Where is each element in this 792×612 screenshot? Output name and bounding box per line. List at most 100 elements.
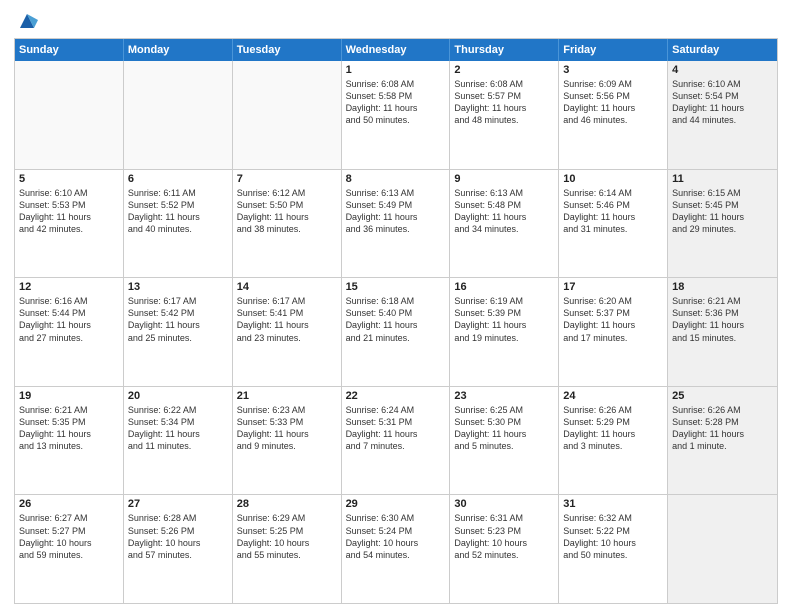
day-header-thursday: Thursday <box>450 39 559 61</box>
day-cell-14: 14 Sunrise: 6:17 AMSunset: 5:41 PMDayligh… <box>233 278 342 386</box>
day-details: Sunrise: 6:21 AMSunset: 5:36 PMDaylight:… <box>672 295 773 344</box>
day-cell-9: 9 Sunrise: 6:13 AMSunset: 5:48 PMDaylight… <box>450 170 559 278</box>
day-cell-2: 2Sunrise: 6:08 AMSunset: 5:57 PMDaylight… <box>450 61 559 169</box>
day-cell-30: 30 Sunrise: 6:31 AMSunset: 5:23 PMDayligh… <box>450 495 559 603</box>
day-number: 12 <box>19 281 119 293</box>
day-header-friday: Friday <box>559 39 668 61</box>
day-number: 19 <box>19 390 119 402</box>
day-cell-8: 8 Sunrise: 6:13 AMSunset: 5:49 PMDaylight… <box>342 170 451 278</box>
day-number: 1 <box>346 64 446 76</box>
day-cell-28: 28 Sunrise: 6:29 AMSunset: 5:25 PMDayligh… <box>233 495 342 603</box>
day-number: 25 <box>672 390 773 402</box>
day-cell-29: 29 Sunrise: 6:30 AMSunset: 5:24 PMDayligh… <box>342 495 451 603</box>
day-cell-19: 19 Sunrise: 6:21 AMSunset: 5:35 PMDayligh… <box>15 387 124 495</box>
day-number: 5 <box>19 173 119 185</box>
day-details: Sunrise: 6:17 AMSunset: 5:41 PMDaylight:… <box>237 295 337 344</box>
day-cell-18: 18 Sunrise: 6:21 AMSunset: 5:36 PMDayligh… <box>668 278 777 386</box>
day-cell-empty-4-6 <box>668 495 777 603</box>
day-number: 7 <box>237 173 337 185</box>
day-cell-21: 21 Sunrise: 6:23 AMSunset: 5:33 PMDayligh… <box>233 387 342 495</box>
logo <box>14 10 38 32</box>
day-cell-empty-0-2 <box>233 61 342 169</box>
day-cell-16: 16 Sunrise: 6:19 AMSunset: 5:39 PMDayligh… <box>450 278 559 386</box>
day-header-monday: Monday <box>124 39 233 61</box>
day-number: 29 <box>346 498 446 510</box>
day-number: 30 <box>454 498 554 510</box>
day-details: Sunrise: 6:22 AMSunset: 5:34 PMDaylight:… <box>128 404 228 453</box>
day-cell-3: 3 Sunrise: 6:09 AMSunset: 5:56 PMDaylight… <box>559 61 668 169</box>
day-details: Sunrise: 6:16 AMSunset: 5:44 PMDaylight:… <box>19 295 119 344</box>
day-number: 20 <box>128 390 228 402</box>
day-cell-26: 26Sunrise: 6:27 AMSunset: 5:27 PMDayligh… <box>15 495 124 603</box>
day-number: 8 <box>346 173 446 185</box>
calendar-row-4: 26Sunrise: 6:27 AMSunset: 5:27 PMDayligh… <box>15 494 777 603</box>
day-header-tuesday: Tuesday <box>233 39 342 61</box>
day-details: Sunrise: 6:21 AMSunset: 5:35 PMDaylight:… <box>19 404 119 453</box>
day-number: 31 <box>563 498 663 510</box>
day-cell-6: 6Sunrise: 6:11 AMSunset: 5:52 PMDaylight… <box>124 170 233 278</box>
day-header-sunday: Sunday <box>15 39 124 61</box>
day-details: Sunrise: 6:31 AMSunset: 5:23 PMDaylight:… <box>454 512 554 561</box>
day-details: Sunrise: 6:17 AMSunset: 5:42 PMDaylight:… <box>128 295 228 344</box>
calendar-header: SundayMondayTuesdayWednesdayThursdayFrid… <box>15 39 777 61</box>
day-details: Sunrise: 6:25 AMSunset: 5:30 PMDaylight:… <box>454 404 554 453</box>
day-details: Sunrise: 6:20 AMSunset: 5:37 PMDaylight:… <box>563 295 663 344</box>
day-details: Sunrise: 6:30 AMSunset: 5:24 PMDaylight:… <box>346 512 446 561</box>
day-details: Sunrise: 6:24 AMSunset: 5:31 PMDaylight:… <box>346 404 446 453</box>
day-number: 14 <box>237 281 337 293</box>
day-cell-31: 31 Sunrise: 6:32 AMSunset: 5:22 PMDayligh… <box>559 495 668 603</box>
day-details: Sunrise: 6:08 AMSunset: 5:57 PMDaylight:… <box>454 78 554 127</box>
day-cell-empty-0-1 <box>124 61 233 169</box>
day-details: Sunrise: 6:28 AMSunset: 5:26 PMDaylight:… <box>128 512 228 561</box>
page: SundayMondayTuesdayWednesdayThursdayFrid… <box>0 0 792 612</box>
day-details: Sunrise: 6:14 AMSunset: 5:46 PMDaylight:… <box>563 187 663 236</box>
day-number: 3 <box>563 64 663 76</box>
day-number: 11 <box>672 173 773 185</box>
day-number: 16 <box>454 281 554 293</box>
day-cell-13: 13 Sunrise: 6:17 AMSunset: 5:42 PMDayligh… <box>124 278 233 386</box>
day-details: Sunrise: 6:18 AMSunset: 5:40 PMDaylight:… <box>346 295 446 344</box>
day-cell-5: 5 Sunrise: 6:10 AMSunset: 5:53 PMDaylight… <box>15 170 124 278</box>
day-details: Sunrise: 6:23 AMSunset: 5:33 PMDaylight:… <box>237 404 337 453</box>
day-number: 15 <box>346 281 446 293</box>
day-cell-10: 10 Sunrise: 6:14 AMSunset: 5:46 PMDayligh… <box>559 170 668 278</box>
day-details: Sunrise: 6:32 AMSunset: 5:22 PMDaylight:… <box>563 512 663 561</box>
calendar-row-1: 5 Sunrise: 6:10 AMSunset: 5:53 PMDaylight… <box>15 169 777 278</box>
day-number: 26 <box>19 498 119 510</box>
day-header-wednesday: Wednesday <box>342 39 451 61</box>
day-number: 21 <box>237 390 337 402</box>
day-cell-22: 22Sunrise: 6:24 AMSunset: 5:31 PMDayligh… <box>342 387 451 495</box>
day-number: 24 <box>563 390 663 402</box>
day-cell-25: 25Sunrise: 6:26 AMSunset: 5:28 PMDayligh… <box>668 387 777 495</box>
day-details: Sunrise: 6:26 AMSunset: 5:29 PMDaylight:… <box>563 404 663 453</box>
calendar-body: 1 Sunrise: 6:08 AMSunset: 5:58 PMDaylight… <box>15 61 777 603</box>
header <box>14 10 778 32</box>
day-details: Sunrise: 6:11 AMSunset: 5:52 PMDaylight:… <box>128 187 228 236</box>
calendar: SundayMondayTuesdayWednesdayThursdayFrid… <box>14 38 778 604</box>
day-details: Sunrise: 6:09 AMSunset: 5:56 PMDaylight:… <box>563 78 663 127</box>
day-cell-11: 11Sunrise: 6:15 AMSunset: 5:45 PMDayligh… <box>668 170 777 278</box>
day-details: Sunrise: 6:08 AMSunset: 5:58 PMDaylight:… <box>346 78 446 127</box>
day-number: 9 <box>454 173 554 185</box>
day-number: 13 <box>128 281 228 293</box>
day-details: Sunrise: 6:12 AMSunset: 5:50 PMDaylight:… <box>237 187 337 236</box>
day-number: 28 <box>237 498 337 510</box>
day-number: 10 <box>563 173 663 185</box>
calendar-row-3: 19 Sunrise: 6:21 AMSunset: 5:35 PMDayligh… <box>15 386 777 495</box>
day-cell-4: 4Sunrise: 6:10 AMSunset: 5:54 PMDaylight… <box>668 61 777 169</box>
day-cell-24: 24 Sunrise: 6:26 AMSunset: 5:29 PMDayligh… <box>559 387 668 495</box>
day-cell-7: 7 Sunrise: 6:12 AMSunset: 5:50 PMDaylight… <box>233 170 342 278</box>
day-number: 17 <box>563 281 663 293</box>
day-cell-12: 12 Sunrise: 6:16 AMSunset: 5:44 PMDayligh… <box>15 278 124 386</box>
day-details: Sunrise: 6:13 AMSunset: 5:48 PMDaylight:… <box>454 187 554 236</box>
day-cell-27: 27 Sunrise: 6:28 AMSunset: 5:26 PMDayligh… <box>124 495 233 603</box>
day-details: Sunrise: 6:13 AMSunset: 5:49 PMDaylight:… <box>346 187 446 236</box>
day-number: 18 <box>672 281 773 293</box>
day-number: 27 <box>128 498 228 510</box>
day-details: Sunrise: 6:19 AMSunset: 5:39 PMDaylight:… <box>454 295 554 344</box>
day-details: Sunrise: 6:10 AMSunset: 5:54 PMDaylight:… <box>672 78 773 127</box>
day-details: Sunrise: 6:10 AMSunset: 5:53 PMDaylight:… <box>19 187 119 236</box>
day-cell-17: 17 Sunrise: 6:20 AMSunset: 5:37 PMDayligh… <box>559 278 668 386</box>
day-details: Sunrise: 6:29 AMSunset: 5:25 PMDaylight:… <box>237 512 337 561</box>
day-cell-20: 20 Sunrise: 6:22 AMSunset: 5:34 PMDayligh… <box>124 387 233 495</box>
